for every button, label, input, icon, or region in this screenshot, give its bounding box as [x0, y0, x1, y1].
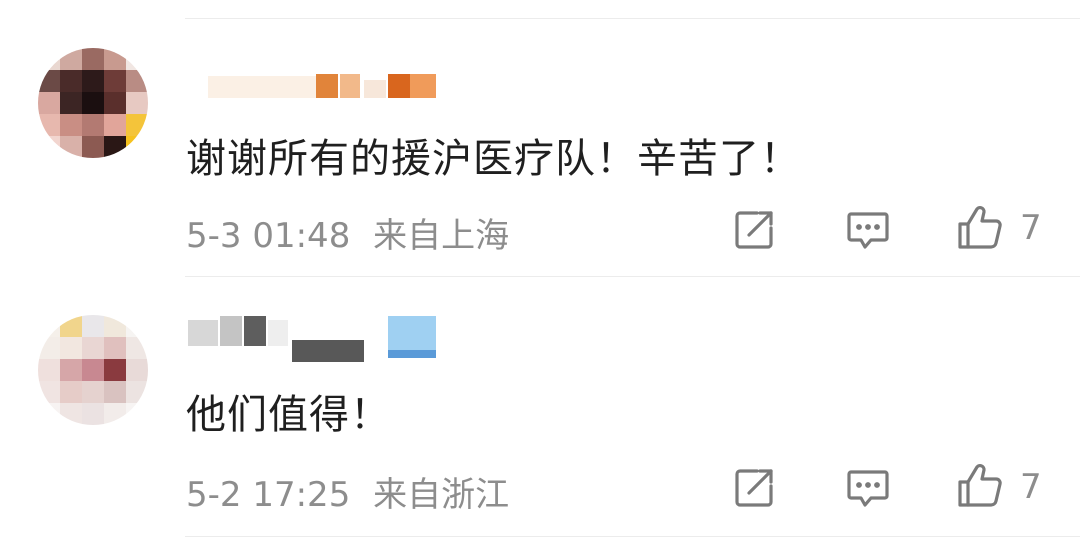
comment-meta: 5-3 01:48 来自上海 — [186, 208, 509, 257]
comment-location: 来自上海 — [373, 216, 510, 256]
thumbs-up-icon — [958, 464, 1002, 507]
avatar[interactable] — [38, 48, 148, 158]
like-button[interactable] — [955, 461, 1005, 511]
comment-text: 他们值得！ — [186, 392, 391, 438]
share-button[interactable] — [730, 204, 780, 254]
bottom-divider — [185, 536, 1080, 537]
comment-time: 5-2 17:25 — [186, 475, 351, 515]
username-redacted[interactable] — [188, 72, 448, 102]
avatar[interactable] — [38, 315, 148, 425]
comment-button[interactable] — [843, 204, 893, 254]
like-count: 7 — [1020, 467, 1042, 507]
like-button[interactable] — [955, 203, 1005, 253]
like-count: 7 — [1020, 208, 1042, 248]
comment-icon — [847, 212, 889, 249]
comment-text: 谢谢所有的援沪医疗队！辛苦了！ — [186, 136, 801, 182]
comment-item: 他们值得！ 5-2 17:25 来自浙江 7 — [0, 270, 1080, 530]
share-icon — [735, 211, 773, 249]
thumbs-up-icon — [958, 206, 1002, 249]
comment-time: 5-3 01:48 — [186, 216, 351, 256]
comment-item: 谢谢所有的援沪医疗队！辛苦了！ 5-3 01:48 来自上海 7 — [0, 0, 1080, 260]
share-button[interactable] — [730, 462, 780, 512]
comment-icon — [847, 470, 889, 507]
share-icon — [735, 469, 773, 507]
comment-location: 来自浙江 — [373, 475, 510, 515]
username-redacted[interactable] — [188, 316, 448, 362]
comment-button[interactable] — [843, 462, 893, 512]
comment-meta: 5-2 17:25 来自浙江 — [186, 467, 509, 516]
